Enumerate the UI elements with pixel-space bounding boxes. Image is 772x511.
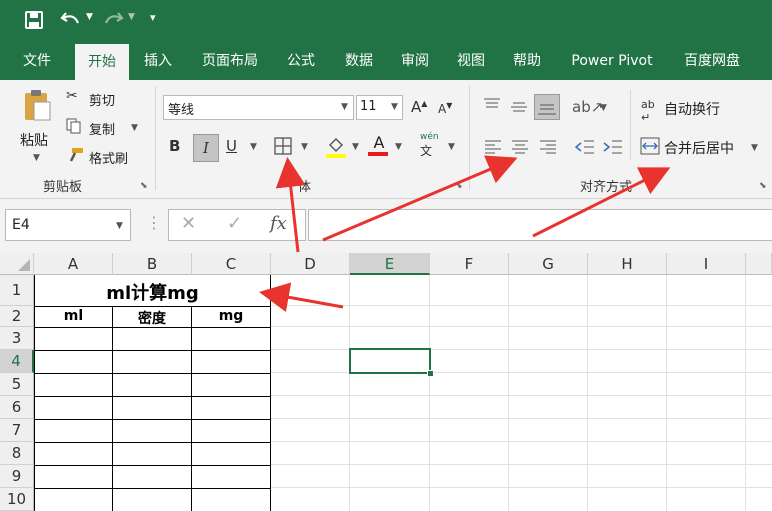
arrow-to-merged-title bbox=[259, 282, 344, 313]
arrow-to-center-align bbox=[322, 155, 518, 242]
arrow-to-merge-center bbox=[532, 167, 671, 238]
arrow-to-borders bbox=[275, 157, 306, 253]
annotation-arrows bbox=[259, 155, 671, 313]
